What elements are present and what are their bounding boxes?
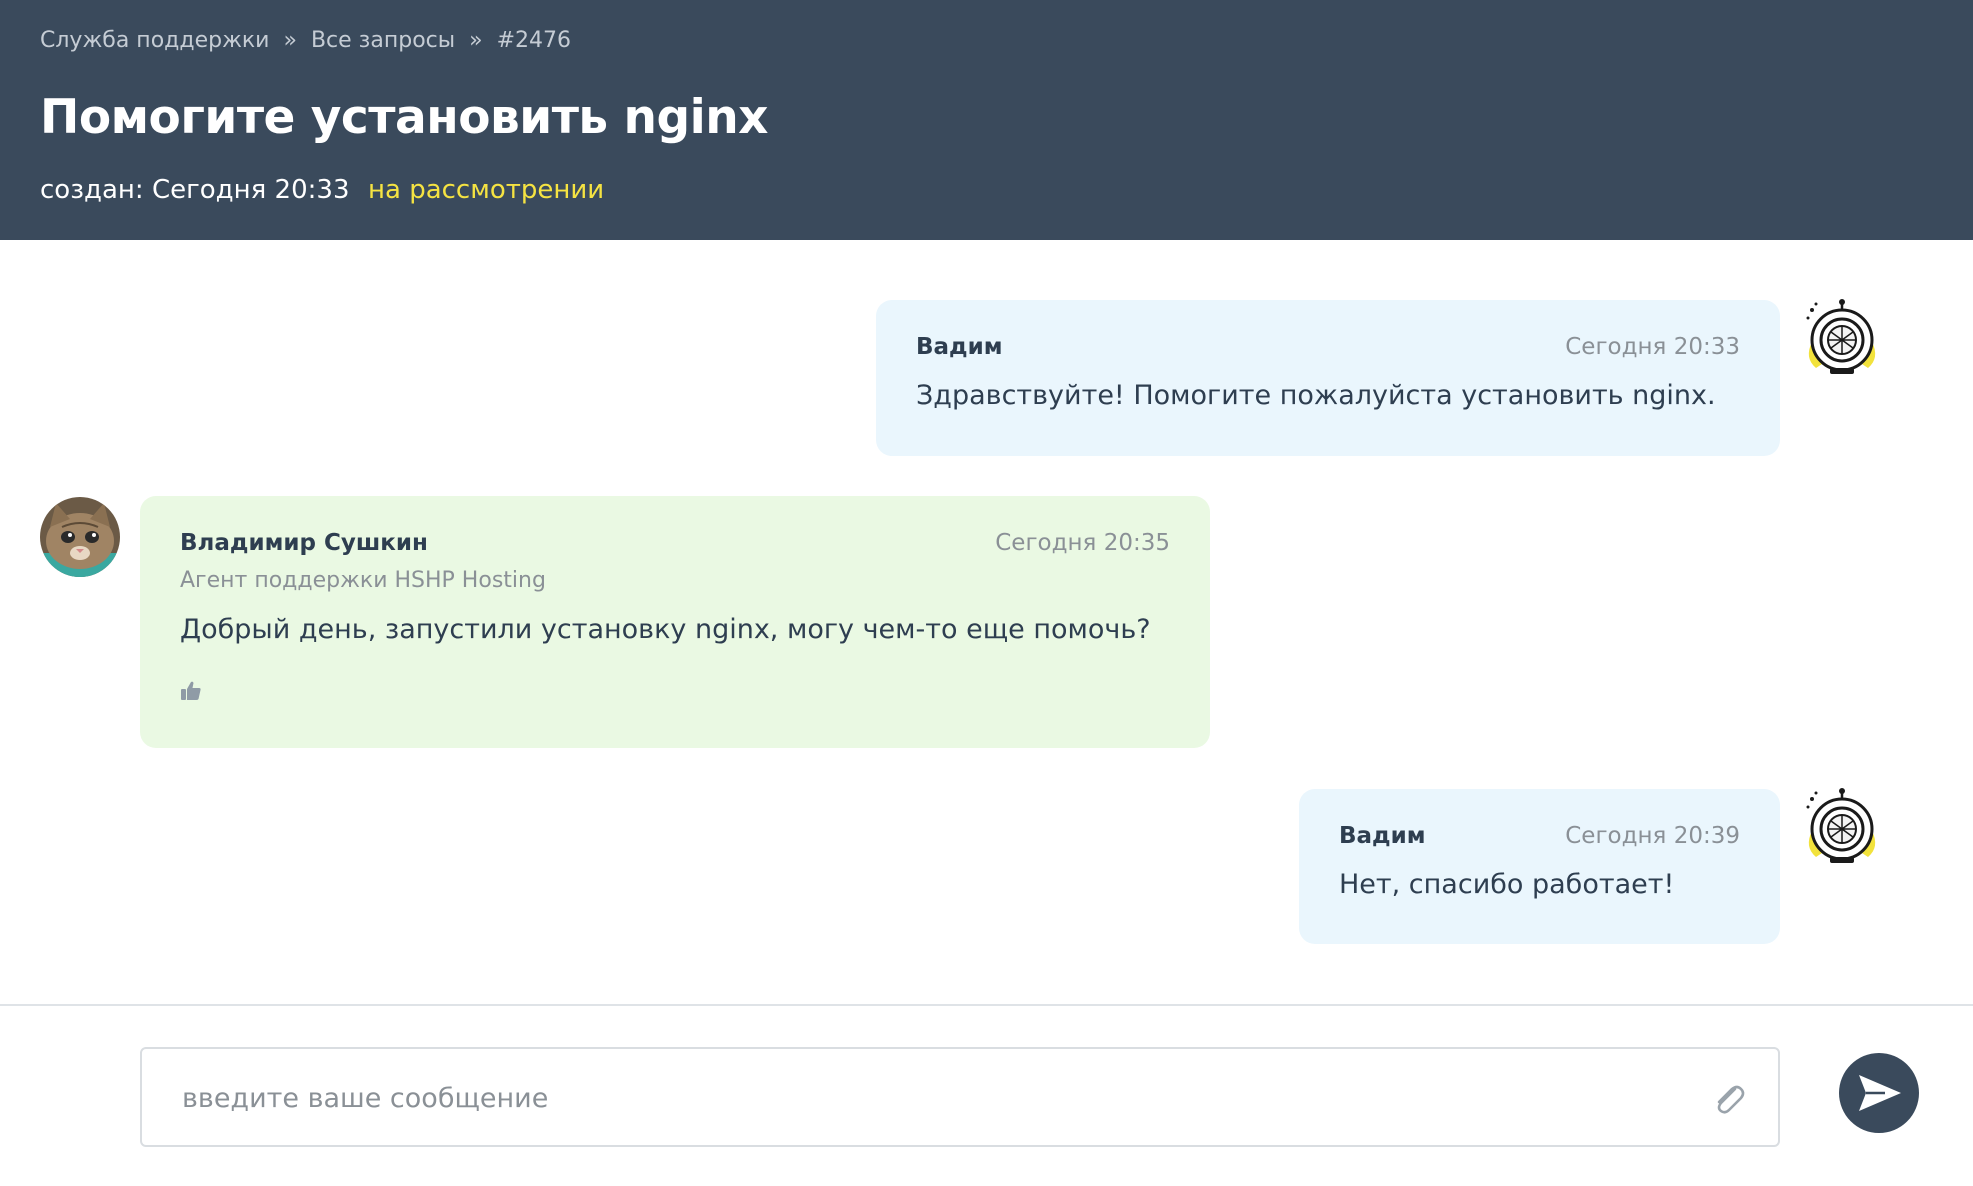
breadcrumb-ticket-id: #2476 [496,28,572,53]
message-bubble-agent: Владимир Сушкин Сегодня 20:35 Агент подд… [140,496,1210,748]
message-time: Сегодня 20:39 [1565,823,1740,849]
message-bubble-user: Вадим Сегодня 20:39 Нет, спасибо работае… [1299,789,1780,944]
breadcrumb-support[interactable]: Служба поддержки [40,28,269,53]
paperclip-icon[interactable] [1707,1077,1751,1121]
status-badge: на рассмотрении [368,175,605,205]
message-bubble-user: Вадим Сегодня 20:33 Здравствуйте! Помоги… [876,300,1780,456]
agent-role: Агент поддержки HSHP Hosting [180,568,546,593]
message-author: Владимир Сушкин [180,530,428,556]
page-title: Помогите установить nginx [40,90,769,145]
message-author: Вадим [916,334,1003,360]
message-time: Сегодня 20:33 [1565,334,1740,360]
ticket-header: Служба поддержки » Все запросы » #2476 Помог… [0,0,1973,240]
message-composer [140,1047,1780,1147]
message-text: Добрый день, запустили установку nginx, … [180,614,1151,645]
breadcrumb-separator: » [469,28,483,53]
send-button[interactable] [1839,1053,1919,1133]
user-avatar [1802,298,1882,382]
message-author: Вадим [1339,823,1426,849]
message-text: Здравствуйте! Помогите пожалуйста устано… [916,380,1716,411]
message-text: Нет, спасибо работает! [1339,869,1675,900]
created-date: создан: Сегодня 20:33 [40,175,350,205]
agent-avatar [40,497,120,577]
composer-divider [0,1004,1973,1006]
breadcrumb-separator: » [283,28,297,53]
message-time: Сегодня 20:35 [995,530,1170,556]
user-avatar [1802,787,1882,871]
thumbs-up-icon[interactable] [180,680,202,702]
send-icon [1859,1075,1901,1111]
breadcrumb-all-requests[interactable]: Все запросы [311,28,455,53]
message-input[interactable] [182,1077,1662,1119]
breadcrumb: Служба поддержки » Все запросы » #2476 [40,28,571,53]
